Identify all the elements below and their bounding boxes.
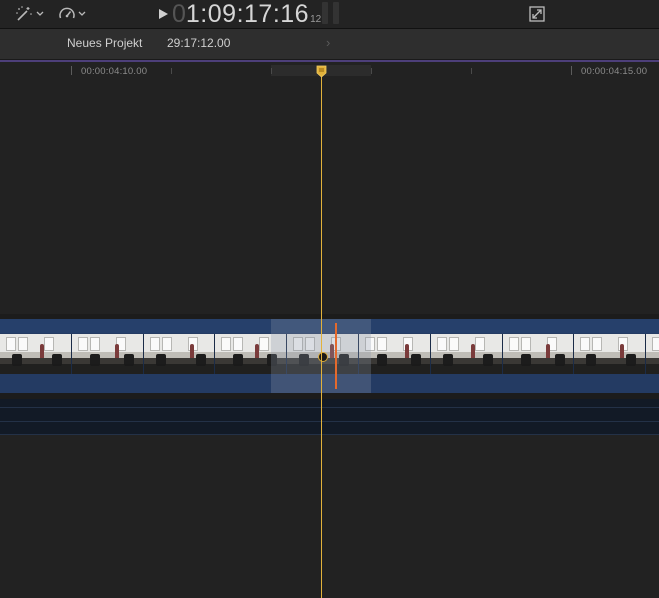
audio-meter-left: [322, 2, 328, 24]
skimmer-line: [335, 323, 337, 389]
project-duration: 29:17:12.00: [167, 36, 231, 50]
timeline-ruler[interactable]: 00:00:04:10.00 00:00:04:15.00: [0, 62, 659, 80]
fullscreen-icon[interactable]: [528, 5, 546, 23]
filmstrip-frame: [574, 334, 647, 374]
clip-marker-dot[interactable]: [318, 352, 328, 362]
filmstrip-frame: [646, 334, 659, 374]
play-icon[interactable]: [156, 6, 170, 22]
retime-menu-button[interactable]: [58, 4, 86, 24]
nav-forward-icon[interactable]: ›: [326, 35, 330, 50]
playhead-line[interactable]: [321, 70, 322, 598]
timecode-subframes: 12: [310, 14, 322, 25]
filmstrip-frame: [430, 334, 503, 374]
audio-lane-line: [0, 434, 659, 435]
timeline-area[interactable]: [0, 80, 659, 598]
final-cut-timeline: 0 1:09:17:16 12 Neues Projekt 29:17:12.0…: [0, 0, 659, 598]
ruler-tick: [371, 68, 372, 74]
filmstrip-frame: [0, 334, 72, 374]
ruler-tick: [71, 66, 72, 75]
speedometer-icon: [59, 7, 75, 19]
filmstrip-frame: [143, 334, 216, 374]
filmstrip-frame: [502, 334, 575, 374]
audio-meter-right: [333, 2, 339, 24]
toolbar: 0 1:09:17:16 12: [0, 0, 659, 29]
project-bar: Neues Projekt 29:17:12.00 ›: [0, 29, 659, 60]
chevron-down-icon: [36, 11, 44, 16]
audio-lane-line: [0, 407, 659, 408]
timecode-main: 1:09:17:16: [185, 0, 310, 28]
timecode-display[interactable]: 0 1:09:17:16 12: [172, 0, 321, 28]
ruler-tick: [171, 68, 172, 74]
project-name[interactable]: Neues Projekt: [67, 36, 142, 50]
ruler-tick: [571, 66, 572, 75]
timecode-prefix: 0: [172, 0, 186, 28]
ruler-tick: [271, 68, 272, 74]
chevron-down-icon: [78, 11, 86, 16]
enhance-menu-button[interactable]: [14, 4, 44, 24]
filmstrip-frame: [71, 334, 144, 374]
audio-lane-line: [0, 421, 659, 422]
magic-wand-icon: [16, 6, 32, 21]
ruler-label-right: 00:00:04:15.00: [581, 66, 648, 77]
playhead-handle-icon[interactable]: [316, 65, 327, 78]
ruler-tick: [471, 68, 472, 74]
ruler-label-left: 00:00:04:10.00: [81, 66, 148, 77]
audio-lane[interactable]: [0, 399, 659, 435]
